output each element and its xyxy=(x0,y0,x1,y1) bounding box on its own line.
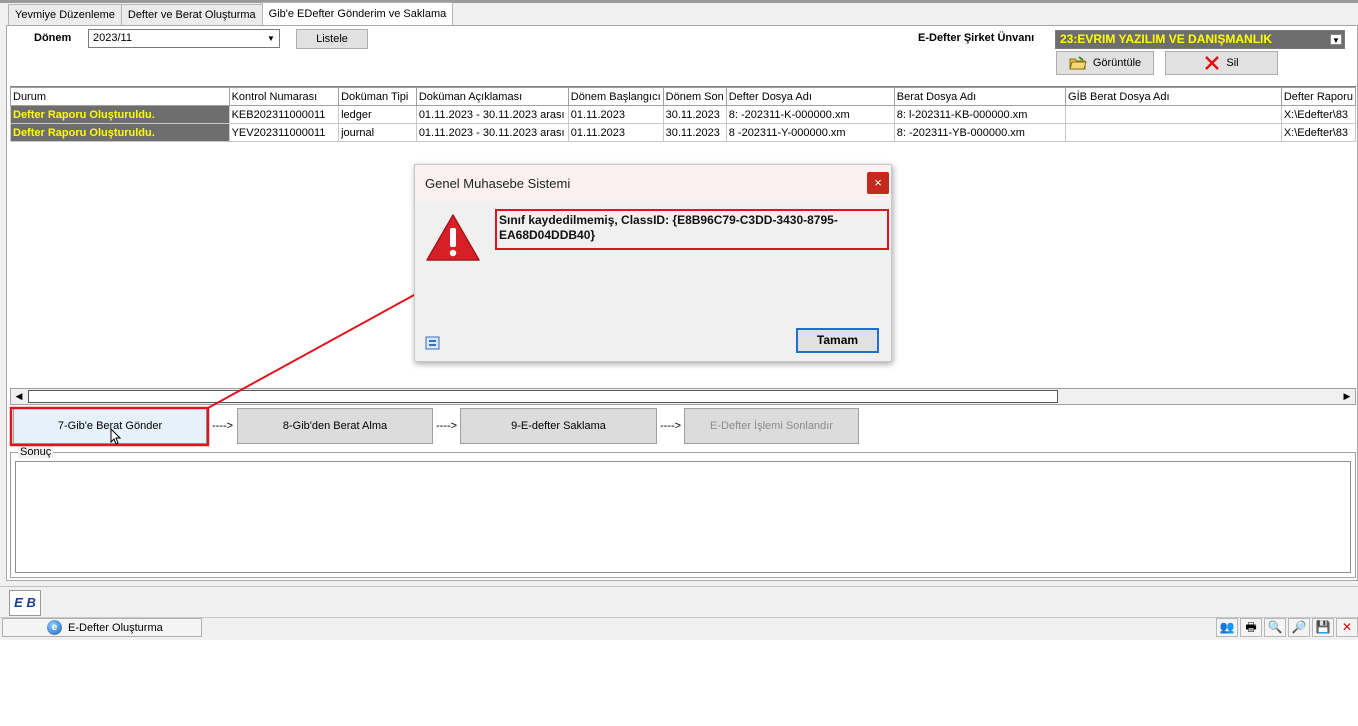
cell-berat-dosya[interactable]: 8: l-202311-KB-000000.xm xyxy=(893,105,1067,124)
cell-defter-dosya[interactable]: 8: -202311-K-000000.xm xyxy=(725,105,895,124)
document-table: Durum Kontrol Numarası Doküman Tipi Dokü… xyxy=(10,87,1357,142)
arrow-dashes: ----> xyxy=(660,420,682,432)
sirket-combo[interactable]: 23:EVRIM YAZILIM VE DANIŞMANLIK ▼ xyxy=(1055,30,1345,49)
col-gib-berat-dosya-adi[interactable]: GİB Berat Dosya Adı xyxy=(1065,87,1282,106)
cell-son[interactable]: 30.11.2023 xyxy=(662,105,727,124)
sonuc-label: Sonuç xyxy=(18,446,54,458)
eb-logo-text: E B xyxy=(14,595,36,610)
col-donem-baslangici[interactable]: Dönem Başlangıcı xyxy=(567,87,664,106)
step9-label: 9-E-defter Saklama xyxy=(511,420,606,432)
col-kontrol-numarasi[interactable]: Kontrol Numarası xyxy=(228,87,340,106)
tab-gib-gonderim[interactable]: Gib'e EDefter Gönderim ve Saklama xyxy=(261,2,454,26)
listele-label: Listele xyxy=(316,33,348,45)
warning-icon xyxy=(426,214,480,261)
sirket-label: E-Defter Şirket Ünvanı xyxy=(918,32,1035,44)
cell-durum[interactable]: Defter Raporu Oluşturuldu. xyxy=(10,123,230,142)
tab-defter-berat[interactable]: Defter ve Berat Oluşturma xyxy=(120,4,263,26)
tab-yevmiye[interactable]: Yevmiye Düzenleme xyxy=(8,4,122,26)
step8-gibden-berat-alma-button[interactable]: 8-Gib'den Berat Alma xyxy=(237,408,433,444)
cell-gib-berat[interactable] xyxy=(1065,105,1282,124)
taskbar-item-label: E-Defter Oluşturma xyxy=(68,621,163,634)
arrow-dashes: ----> xyxy=(212,420,234,432)
error-dialog: Genel Muhasebe Sistemi × Sınıf kaydedilm… xyxy=(414,164,892,362)
folder-open-icon xyxy=(1069,56,1087,70)
goruntule-button[interactable]: Görüntüle xyxy=(1056,51,1154,75)
message-highlight xyxy=(495,209,889,250)
step-end-label: E-Defter İşlemi Sonlandır xyxy=(710,420,833,432)
cell-baslangic[interactable]: 01.11.2023 xyxy=(567,123,664,142)
taskbar xyxy=(0,617,1358,638)
taskbar-tools: 👥 🖶 🔍 🔎 💾 ✕ xyxy=(1216,618,1358,637)
grid-horizontal-scrollbar[interactable]: ◀ ▶ xyxy=(10,388,1356,405)
save-icon[interactable]: 💾 xyxy=(1312,618,1334,637)
dialog-info-icon[interactable] xyxy=(425,336,440,350)
sil-label: Sil xyxy=(1226,57,1239,69)
dialog-ok-button[interactable]: Tamam xyxy=(796,328,879,353)
cell-son[interactable]: 30.11.2023 xyxy=(662,123,727,142)
table-row[interactable]: Defter Raporu Oluşturuldu. YEV2023110000… xyxy=(10,123,1357,142)
top-border xyxy=(0,0,1358,3)
sonuc-textarea[interactable] xyxy=(15,461,1351,573)
dialog-close-button[interactable]: × xyxy=(867,172,889,194)
cell-defter-raporu[interactable]: X:\Edefter\83 xyxy=(1280,105,1357,124)
dialog-ok-label: Tamam xyxy=(816,333,859,347)
cell-tip[interactable]: ledger xyxy=(338,105,417,124)
col-dokuman-aciklamasi[interactable]: Doküman Açıklaması xyxy=(415,87,569,106)
globe-icon: e xyxy=(47,620,62,635)
table-row[interactable]: Defter Raporu Oluşturuldu. KEB2023110000… xyxy=(10,105,1357,124)
col-durum[interactable]: Durum xyxy=(10,87,230,106)
bottom-bar xyxy=(0,586,1358,616)
eb-logo-icon[interactable]: E B xyxy=(9,590,41,616)
scroll-left-icon[interactable]: ◀ xyxy=(11,389,27,404)
cell-aciklama[interactable]: 01.11.2023 - 30.11.2023 arası xyxy=(415,123,569,142)
cell-defter-dosya[interactable]: 8 -202311-Y-000000.xm xyxy=(725,123,895,142)
cell-baslangic[interactable]: 01.11.2023 xyxy=(567,105,664,124)
step9-edefter-saklama-button[interactable]: 9-E-defter Saklama xyxy=(460,408,657,444)
users-icon[interactable]: 👥 xyxy=(1216,618,1238,637)
col-defter-raporu[interactable]: Defter Raporu xyxy=(1280,87,1357,106)
col-donem-son[interactable]: Dönem Son xyxy=(662,87,727,106)
donem-value: 2023/11 xyxy=(93,32,132,44)
sonuc-group xyxy=(10,452,1356,578)
cell-tip[interactable]: journal xyxy=(338,123,417,142)
scrollbar-thumb[interactable] xyxy=(28,390,1058,403)
printer-icon[interactable]: 🖶 xyxy=(1240,618,1262,637)
cell-defter-raporu[interactable]: X:\Edefter\83 xyxy=(1280,123,1357,142)
donem-label: Dönem xyxy=(34,32,72,44)
goruntule-label: Görüntüle xyxy=(1092,57,1142,69)
chevron-down-icon[interactable]: ▼ xyxy=(1330,34,1342,45)
listele-button[interactable]: Listele xyxy=(296,29,368,49)
arrow-dashes: ----> xyxy=(436,420,458,432)
cell-kontrol[interactable]: KEB202311000011 xyxy=(228,105,340,124)
cell-durum[interactable]: Defter Raporu Oluşturuldu. xyxy=(10,105,230,124)
zoom-in-icon[interactable]: 🔍 xyxy=(1264,618,1286,637)
dialog-title: Genel Muhasebe Sistemi xyxy=(425,176,571,191)
dialog-titlebar: Genel Muhasebe Sistemi × xyxy=(415,165,891,201)
col-berat-dosya-adi[interactable]: Berat Dosya Adı xyxy=(893,87,1067,106)
donem-combo[interactable]: 2023/11 ▼ xyxy=(88,29,280,48)
scroll-right-icon[interactable]: ▶ xyxy=(1339,389,1355,404)
mouse-cursor-icon xyxy=(110,428,122,445)
col-defter-dosya-adi[interactable]: Defter Dosya Adı xyxy=(725,87,895,106)
cell-aciklama[interactable]: 01.11.2023 - 30.11.2023 arası xyxy=(415,105,569,124)
delete-x-icon xyxy=(1205,56,1220,70)
col-dokuman-tipi[interactable]: Doküman Tipi xyxy=(338,87,417,106)
tab-bar: Yevmiye Düzenleme Defter ve Berat Oluştu… xyxy=(8,2,454,26)
zoom-out-icon[interactable]: 🔎 xyxy=(1288,618,1310,637)
close-icon[interactable]: ✕ xyxy=(1336,618,1358,637)
step8-label: 8-Gib'den Berat Alma xyxy=(282,420,388,432)
cell-kontrol[interactable]: YEV202311000011 xyxy=(228,123,340,142)
step-end-button[interactable]: E-Defter İşlemi Sonlandır xyxy=(684,408,859,444)
taskbar-item-edefter[interactable]: e E-Defter Oluşturma xyxy=(2,618,202,637)
chevron-down-icon[interactable]: ▼ xyxy=(265,33,277,44)
cell-berat-dosya[interactable]: 8: -202311-YB-000000.xm xyxy=(893,123,1067,142)
sirket-value: 23:EVRIM YAZILIM VE DANIŞMANLIK xyxy=(1060,32,1273,46)
table-header-row: Durum Kontrol Numarası Doküman Tipi Dokü… xyxy=(10,87,1357,106)
cell-gib-berat[interactable] xyxy=(1065,123,1282,142)
sil-button[interactable]: Sil xyxy=(1165,51,1278,75)
